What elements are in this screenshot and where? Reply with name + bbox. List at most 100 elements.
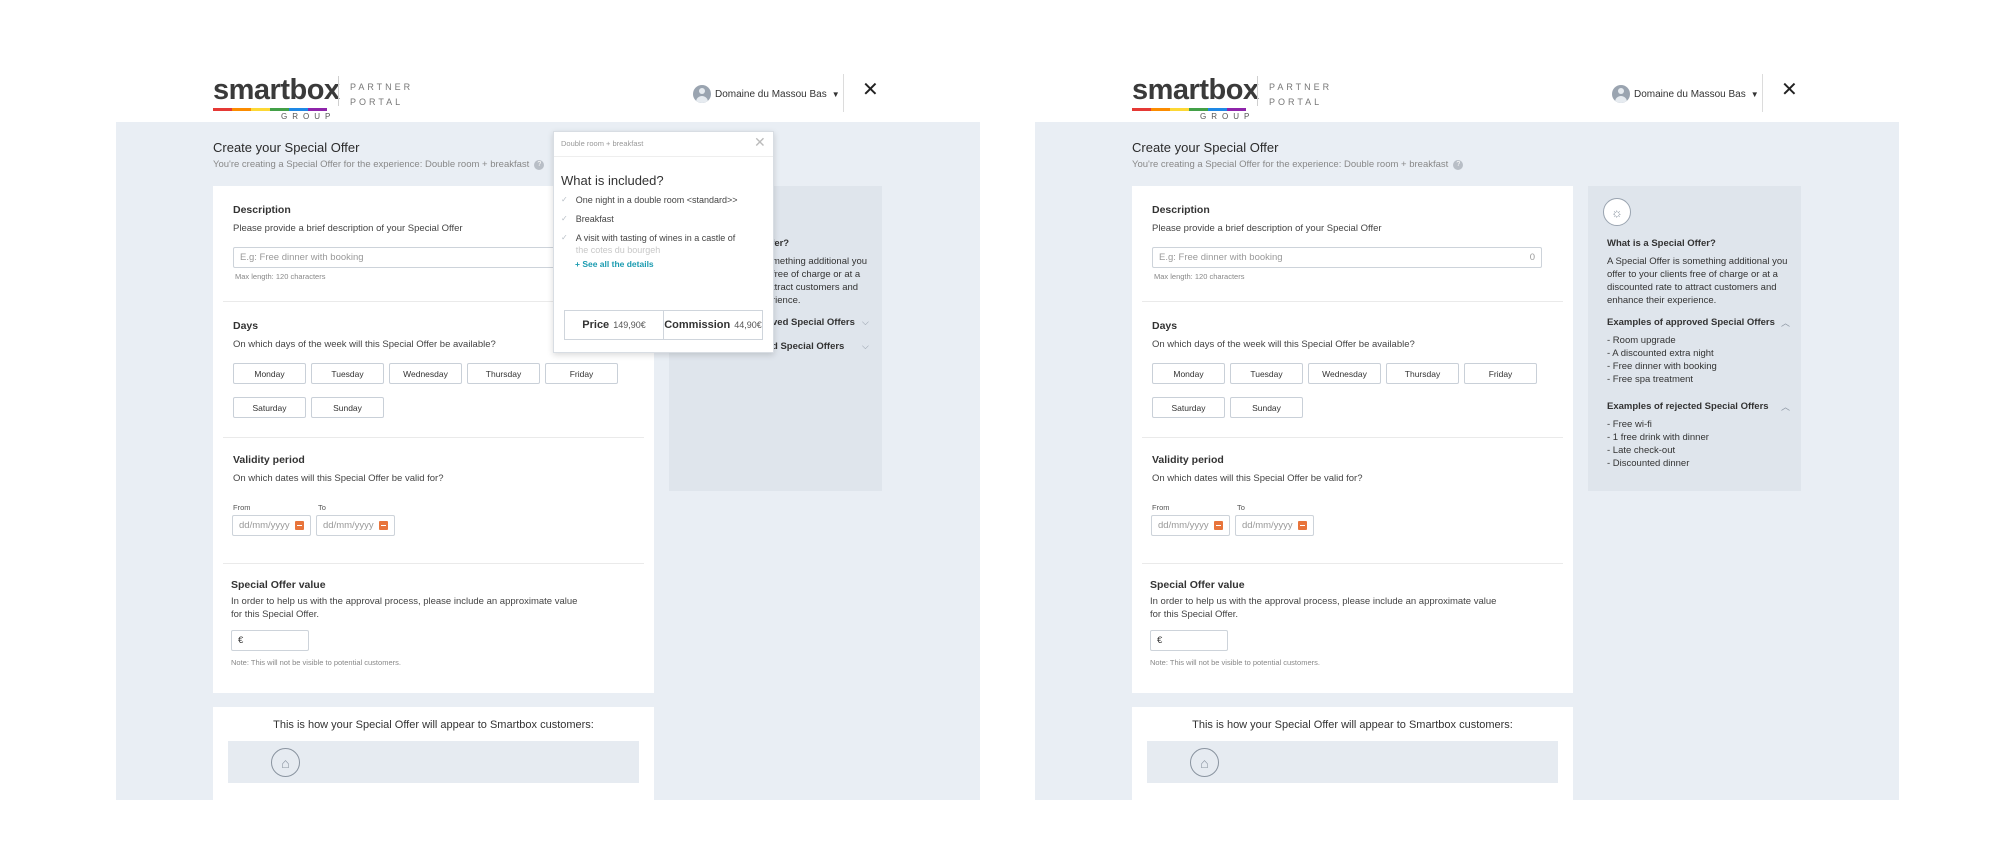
value-input[interactable]: € [231,630,309,651]
page-subtitle: You're creating a Special Offer for the … [1132,159,1464,170]
help-icon[interactable]: ? [534,159,545,170]
smartbox-logo[interactable]: smartbox GROUP [1132,74,1259,121]
included-item: ✓ One night in a double room <standard>> [561,194,761,206]
day-sunday[interactable]: Sunday [311,397,384,418]
price-cell: Price 149,90€ [565,311,663,339]
to-date-input[interactable]: dd/mm/yyyy [1235,515,1314,536]
popup-divider [554,156,773,157]
section-divider [1142,563,1563,564]
included-item: ✓ Breakfast [561,213,761,225]
check-icon: ✓ [561,195,568,204]
info-approved-title[interactable]: Examples of approved Special Offers [1607,317,1775,328]
portal-label: PARTNER PORTAL [350,80,413,110]
info-panel: ☼ What is a Special Offer? A Special Off… [1588,186,1801,491]
to-date-input[interactable]: dd/mm/yyyy [316,515,395,536]
day-tuesday[interactable]: Tuesday [311,363,384,384]
day-wednesday[interactable]: Wednesday [389,363,462,384]
from-date-input[interactable]: dd/mm/yyyy [1151,515,1230,536]
portal-line-1: PARTNER [1269,82,1333,92]
preview-band: ⌂ [1147,741,1558,783]
description-hint: Max length: 120 characters [235,272,326,281]
section-divider [223,437,644,438]
frame-default: smartbox GROUP PARTNER PORTAL Domaine du… [1035,0,1899,858]
description-text: Please provide a brief description of yo… [1152,223,1382,234]
to-date-placeholder: dd/mm/yyyy [1242,520,1293,531]
day-tuesday[interactable]: Tuesday [1230,363,1303,384]
popup-close-icon[interactable]: ✕ [754,134,766,151]
description-title: Description [1152,204,1210,216]
day-friday[interactable]: Friday [1464,363,1537,384]
logo-wordmark: smartbox [1132,74,1259,106]
included-item-text: One night in a double room <standard>> [575,195,738,205]
popup-price-footer: Price 149,90€ Commission 44,90€ [564,310,763,340]
chevron-down-icon[interactable]: ⌵ [862,317,869,328]
day-thursday[interactable]: Thursday [467,363,540,384]
logo-wordmark: smartbox [213,74,340,106]
info-approved-title[interactable]: ved Special Offers [772,317,855,328]
value-text-2: for this Special Offer. [1150,609,1239,620]
calendar-icon[interactable] [1214,521,1223,530]
see-details-link[interactable]: + See all the details [575,259,654,269]
section-divider [1142,437,1563,438]
validity-title: Validity period [1152,454,1224,466]
caret-down-icon: ▼ [1750,89,1759,99]
list-item: - Free dinner with booking [1607,361,1717,372]
calendar-icon[interactable] [295,521,304,530]
calendar-icon[interactable] [379,521,388,530]
top-header: smartbox GROUP PARTNER PORTAL Domaine du… [116,0,980,122]
list-item: - Late check-out [1607,445,1676,456]
chevron-up-icon[interactable]: ︿ [1781,400,1790,413]
included-item-text: A visit with tasting of wines in a castl… [576,232,736,256]
header-separator [1762,74,1763,112]
day-saturday[interactable]: Saturday [233,397,306,418]
check-icon: ✓ [561,233,568,242]
chevron-down-icon[interactable]: ⌵ [862,341,869,352]
user-menu[interactable]: Domaine du Massou Bas ▼ [693,85,840,103]
day-sunday[interactable]: Sunday [1230,397,1303,418]
from-date-input[interactable]: dd/mm/yyyy [232,515,311,536]
to-date-placeholder: dd/mm/yyyy [323,520,374,531]
portal-label: PARTNER PORTAL [1269,80,1332,110]
section-divider [223,563,644,564]
user-name: Domaine du Massou Bas [1634,88,1746,100]
validity-text: On which dates will this Special Offer b… [1152,473,1363,484]
section-divider [1142,301,1563,302]
close-icon[interactable]: ✕ [1781,80,1798,100]
info-rejected-title[interactable]: Examples of rejected Special Offers [1607,401,1769,412]
caret-down-icon: ▼ [831,89,840,99]
day-thursday[interactable]: Thursday [1386,363,1459,384]
preview-title: This is how your Special Offer will appe… [273,719,594,731]
rejected-list: - Free wi-fi - 1 free drink with dinner … [1607,418,1709,470]
chevron-up-icon[interactable]: ︿ [1781,316,1790,329]
info-what-line: rience. [772,295,801,306]
from-label: From [1152,503,1170,512]
included-item: ✓ A visit with tasting of wines in a cast… [561,232,761,256]
info-rejected-title[interactable]: d Special Offers [772,341,844,352]
day-friday[interactable]: Friday [545,363,618,384]
description-input[interactable]: E.g: Free dinner with booking 0 [1152,247,1542,268]
info-what-line: ttract customers and [772,282,859,293]
info-what-line: enhance their experience. [1607,295,1717,306]
user-menu[interactable]: Domaine du Massou Bas ▼ [1612,85,1759,103]
approved-list: - Room upgrade - A discounted extra nigh… [1607,334,1717,386]
logo-divider [338,76,339,106]
help-icon[interactable]: ? [1453,159,1464,170]
validity-title: Validity period [233,454,305,466]
days-text: On which days of the week will this Spec… [1152,339,1415,350]
info-what-text: A Special Offer is something additional … [1607,255,1792,307]
day-monday[interactable]: Monday [233,363,306,384]
value-input[interactable]: € [1150,630,1228,651]
day-monday[interactable]: Monday [1152,363,1225,384]
top-header: smartbox GROUP PARTNER PORTAL Domaine du… [1035,0,1899,122]
day-saturday[interactable]: Saturday [1152,397,1225,418]
calendar-icon[interactable] [1298,521,1307,530]
to-label: To [318,503,326,512]
logo-group-text: GROUP [281,112,336,121]
info-what-line: offer to your clients free of charge or … [1607,269,1778,280]
preview-band: ⌂ [228,741,639,783]
value-text-1: In order to help us with the approval pr… [1150,596,1497,607]
smartbox-logo[interactable]: smartbox GROUP [213,74,340,121]
close-icon[interactable]: ✕ [862,80,879,100]
day-wednesday[interactable]: Wednesday [1308,363,1381,384]
days-title: Days [1152,320,1178,332]
